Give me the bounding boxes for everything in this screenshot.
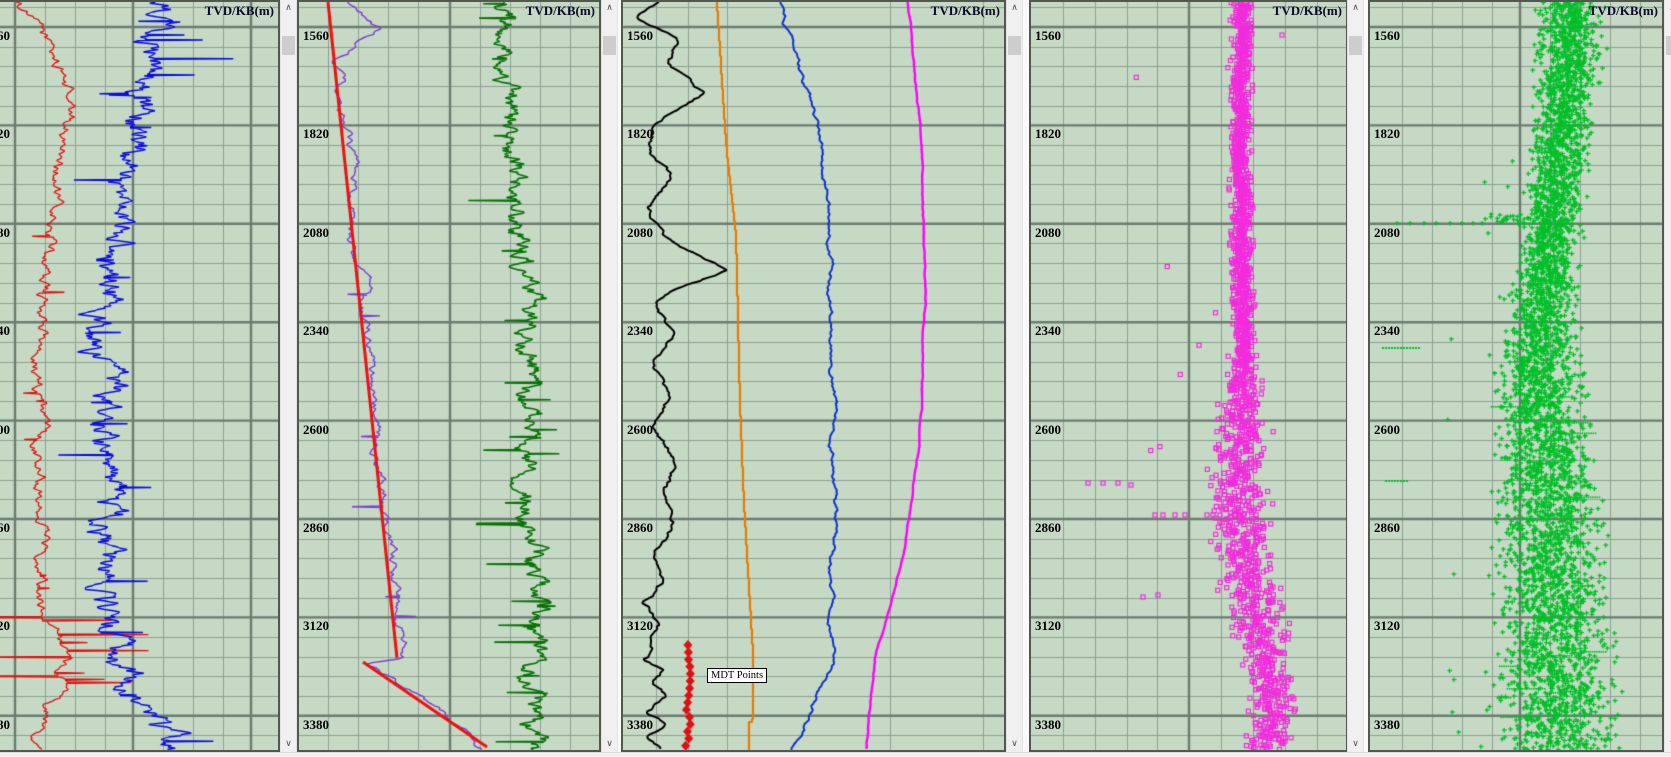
depth-unit-label: TVD/KB(m) — [205, 3, 274, 19]
scroll-down-icon: ∨ — [1352, 739, 1359, 749]
depth-tick-label: 2080 — [627, 226, 653, 240]
depth-tick-label: 2600 — [303, 423, 329, 437]
scroll-thumb[interactable] — [1008, 36, 1021, 55]
track-4-scrollbar[interactable]: ∧∨ — [1347, 0, 1364, 752]
track-2-scrollbar[interactable]: ∧∨ — [601, 0, 618, 752]
track-2-plot-canvas[interactable] — [299, 2, 599, 750]
depth-tick-label: 1820 — [1374, 127, 1400, 141]
depth-tick-label: 1820 — [1035, 127, 1061, 141]
depth-tick-label: 2340 — [1374, 324, 1400, 338]
scroll-up-icon: ∧ — [285, 3, 292, 13]
scroll-down-icon: ∨ — [285, 739, 292, 749]
scroll-down-icon: ∨ — [606, 739, 613, 749]
depth-tick-label: 3120 — [627, 619, 653, 633]
depth-unit-label: TVD/KB(m) — [931, 3, 1000, 19]
depth-unit-label: TVD/KB(m) — [1273, 3, 1342, 19]
depth-tick-label: 2860 — [1035, 521, 1061, 535]
scroll-up-icon: ∧ — [1352, 3, 1359, 13]
mdt-points-annotation: MDT Points — [707, 668, 767, 683]
log-track-1: TVD/KB(m) 1560 1820 2080 2340 2600 2860 3120 338… — [0, 0, 280, 752]
depth-unit-label: TVD/KB(m) — [526, 3, 595, 19]
depth-tick-label: 2860 — [627, 521, 653, 535]
log-track-2: TVD/KB(m) 1560 1820 2080 2340 2600 2860 3120 338… — [297, 0, 601, 752]
log-track-3: TVD/KB(m) 1560 1820 2080 2340 2600 2860 3120 338… — [621, 0, 1006, 752]
depth-tick-label: 2600 — [1374, 423, 1400, 437]
depth-tick-label: 3120 — [1035, 619, 1061, 633]
depth-tick-label: 1820 — [303, 127, 329, 141]
depth-tick-label: 3380 — [1035, 718, 1061, 732]
log-track-4: TVD/KB(m) 1560 1820 2080 2340 2600 2860 3120 338… — [1029, 0, 1348, 752]
depth-tick-label: 1560 — [1374, 29, 1400, 43]
depth-tick-label: 1560 — [303, 29, 329, 43]
track-1-plot-canvas[interactable] — [0, 2, 278, 750]
depth-tick-label: 2340 — [0, 324, 10, 338]
depth-tick-label: 1560 — [627, 29, 653, 43]
depth-tick-label: 3380 — [0, 718, 10, 732]
scroll-thumb[interactable] — [1349, 36, 1362, 55]
depth-unit-label: TVD/KB(m) — [1589, 3, 1658, 19]
depth-tick-label: 2860 — [303, 521, 329, 535]
bottom-strip — [0, 752, 1671, 757]
depth-tick-label: 2340 — [303, 324, 329, 338]
track-3-scrollbar[interactable]: ∧∨ — [1006, 0, 1023, 752]
track-3-plot-canvas[interactable] — [623, 2, 1004, 750]
scroll-up-icon: ∧ — [1011, 3, 1018, 13]
scroll-up-button[interactable]: ∧ — [602, 0, 617, 16]
track-1-scrollbar[interactable]: ∧∨ — [280, 0, 297, 752]
depth-tick-label: 3120 — [0, 619, 10, 633]
scroll-thumb[interactable] — [603, 36, 616, 55]
scroll-down-button[interactable]: ∨ — [1007, 736, 1022, 752]
scroll-up-icon: ∧ — [606, 3, 613, 13]
scroll-down-button[interactable]: ∨ — [281, 736, 296, 752]
depth-tick-label: 2600 — [1035, 423, 1061, 437]
scroll-thumb[interactable] — [282, 36, 295, 55]
scroll-down-button[interactable]: ∨ — [602, 736, 617, 752]
track-5-plot-canvas[interactable] — [1370, 2, 1662, 750]
depth-tick-label: 2600 — [627, 423, 653, 437]
scroll-up-button[interactable]: ∧ — [1007, 0, 1022, 16]
depth-tick-label: 2860 — [0, 521, 10, 535]
depth-tick-label: 3380 — [627, 718, 653, 732]
depth-tick-label: 1820 — [0, 127, 10, 141]
track-4-plot-canvas[interactable] — [1031, 2, 1346, 750]
scroll-down-button[interactable]: ∨ — [1348, 736, 1363, 752]
depth-tick-label: 2080 — [1035, 226, 1061, 240]
track-5-scrollbar[interactable]: ∧∨ — [1664, 0, 1671, 752]
scroll-down-icon: ∨ — [1011, 739, 1018, 749]
scroll-up-button[interactable]: ∧ — [1665, 0, 1671, 16]
scroll-up-button[interactable]: ∧ — [1348, 0, 1363, 16]
depth-tick-label: 3380 — [303, 718, 329, 732]
depth-tick-label: 3380 — [1374, 718, 1400, 732]
scroll-thumb[interactable] — [1666, 36, 1671, 55]
depth-tick-label: 2080 — [1374, 226, 1400, 240]
depth-tick-label: 1820 — [627, 127, 653, 141]
depth-tick-label: 1560 — [1035, 29, 1061, 43]
scroll-up-button[interactable]: ∧ — [281, 0, 296, 16]
log-track-5: TVD/KB(m) 1560 1820 2080 2340 2600 2860 3120 338… — [1368, 0, 1664, 752]
depth-tick-label: 1560 — [0, 29, 10, 43]
scroll-down-button[interactable]: ∨ — [1665, 736, 1671, 752]
well-log-viewer: TVD/KB(m) 1560 1820 2080 2340 2600 2860 3120 338… — [0, 0, 1671, 757]
depth-tick-label: 2340 — [627, 324, 653, 338]
depth-tick-label: 2080 — [303, 226, 329, 240]
depth-tick-label: 3120 — [1374, 619, 1400, 633]
depth-tick-label: 2340 — [1035, 324, 1061, 338]
depth-tick-label: 2080 — [0, 226, 10, 240]
depth-tick-label: 2860 — [1374, 521, 1400, 535]
depth-tick-label: 2600 — [0, 423, 10, 437]
depth-tick-label: 3120 — [303, 619, 329, 633]
